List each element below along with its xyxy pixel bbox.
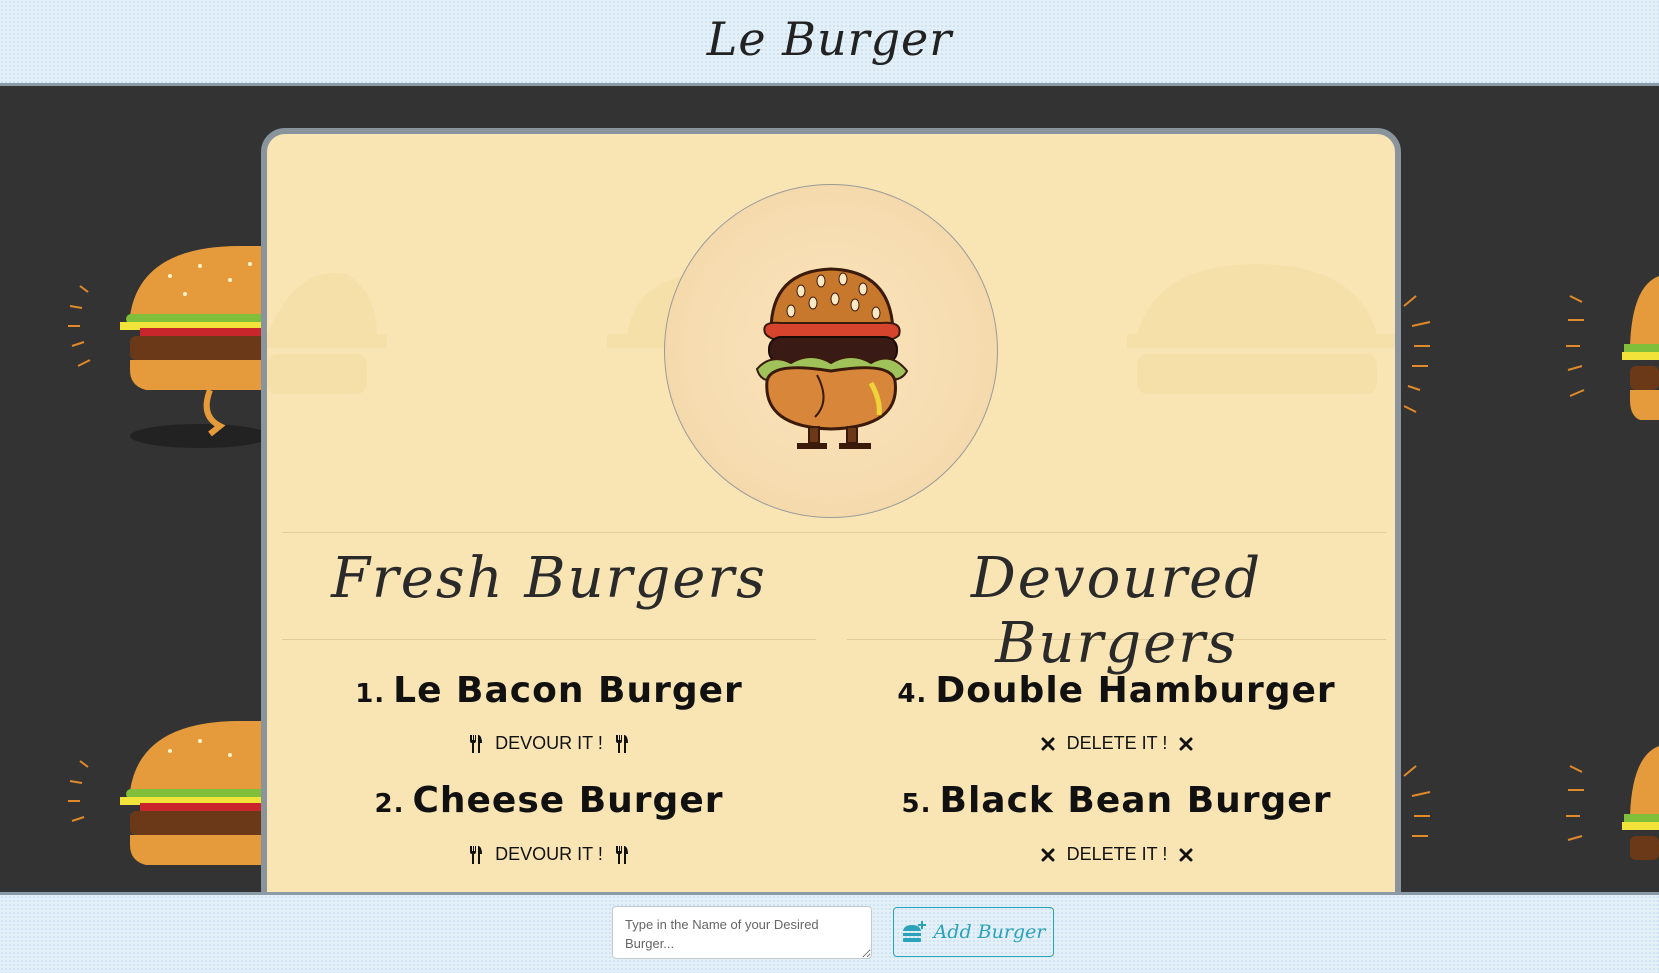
fresh-burgers-heading: Fresh Burgers <box>331 546 767 611</box>
item-number: 1. <box>355 679 386 709</box>
fork-knife-icon <box>615 734 628 753</box>
burger-name: Double Hamburger <box>935 670 1336 711</box>
delete-label: DELETE IT ! <box>1066 844 1168 864</box>
fork-knife-icon <box>615 845 628 864</box>
close-icon <box>1179 737 1193 750</box>
devoured-burgers-heading: Devoured Burgers <box>970 546 1263 676</box>
fork-knife-icon <box>470 845 483 864</box>
item-number: 4. <box>897 679 928 709</box>
delete-label: DELETE IT ! <box>1066 733 1168 753</box>
item-number: 5. <box>901 789 932 819</box>
burger-name: Le Bacon Burger <box>393 670 743 711</box>
devour-label: DEVOUR IT ! <box>495 844 603 864</box>
burger-name-input[interactable] <box>612 906 872 959</box>
item-number: 2. <box>374 789 405 819</box>
add-burger-button[interactable]: Add Burger <box>893 907 1054 957</box>
footer-bar: Add Burger <box>0 892 1659 973</box>
divider <box>282 532 1386 533</box>
ghost-burger-icon <box>267 272 387 394</box>
site-header: Le Burger <box>0 0 1659 86</box>
burger-name: Cheese Burger <box>412 780 724 821</box>
fork-knife-icon <box>470 734 483 753</box>
burger-character-icon <box>755 267 909 449</box>
delete-button[interactable]: DELETE IT ! <box>1017 844 1217 865</box>
burger-add-icon <box>902 921 926 942</box>
burger-mascot-left-bottom-icon <box>68 721 270 865</box>
ghost-burger-icon <box>1127 264 1395 394</box>
burger-mascot-left-top-icon <box>68 246 270 448</box>
burger-name: Black Bean Burger <box>939 780 1332 821</box>
devour-label: DEVOUR IT ! <box>495 733 603 753</box>
site-title: Le Burger <box>706 11 953 66</box>
fresh-burger-item-2: 2. Cheese Burger <box>282 780 816 821</box>
hero-burger-image <box>664 184 998 518</box>
add-burger-label: Add Burger <box>933 921 1046 943</box>
devour-button[interactable]: DEVOUR IT ! <box>449 733 649 754</box>
divider <box>282 639 816 640</box>
fresh-burger-item-1: 1. Le Bacon Burger <box>282 670 816 711</box>
burger-mascot-right-top-icon <box>1403 276 1659 420</box>
burger-mascot-right-bottom-icon <box>1403 746 1659 860</box>
devour-button[interactable]: DEVOUR IT ! <box>449 844 649 865</box>
close-icon <box>1041 848 1055 861</box>
close-icon <box>1179 848 1193 861</box>
delete-button[interactable]: DELETE IT ! <box>1017 733 1217 754</box>
close-icon <box>1041 737 1055 750</box>
devoured-burger-item-1: 4. Double Hamburger <box>847 670 1386 711</box>
menu-card: Fresh Burgers 1. Le Bacon Burger DEVOUR I… <box>261 128 1401 918</box>
devoured-burger-item-2: 5. Black Bean Burger <box>847 780 1386 821</box>
